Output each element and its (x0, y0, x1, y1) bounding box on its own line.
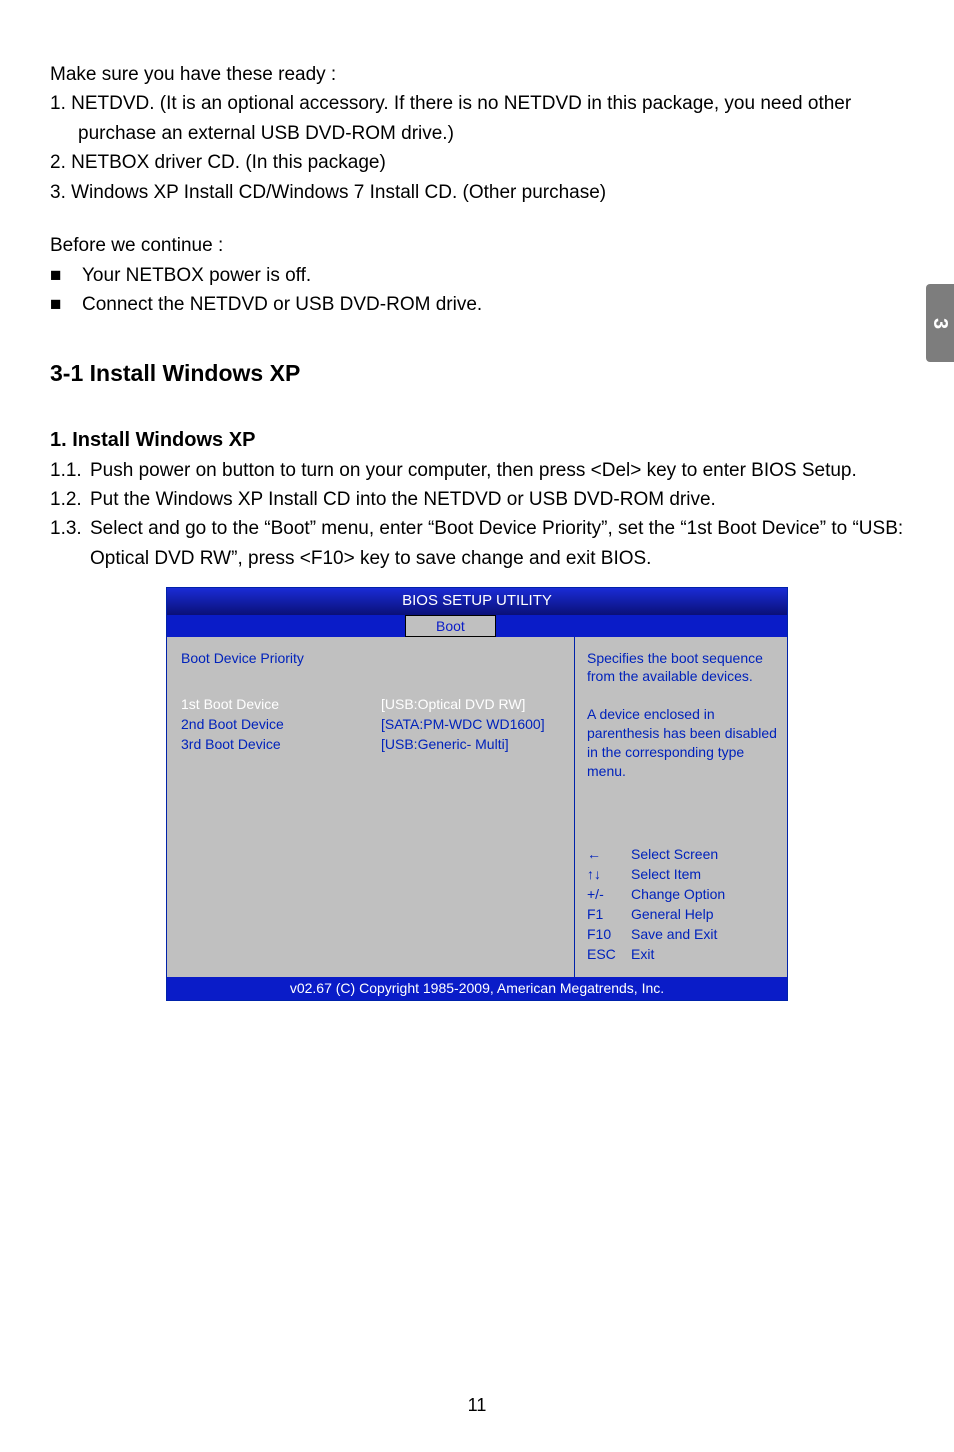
bios-help-keys: ←Select Screen ↑↓Select Item +/-Change O… (587, 845, 777, 964)
step-1-3: 1.3. Select and go to the “Boot” menu, e… (50, 514, 904, 573)
bios-row-value: [SATA:PM-WDC WD1600] (381, 715, 545, 734)
intro-item-3: 3. Windows XP Install CD/Windows 7 Insta… (50, 178, 904, 207)
bios-right-pane: Specifies the boot sequence from the ava… (575, 637, 787, 977)
bios-row-3[interactable]: 3rd Boot Device [USB:Generic- Multi] (181, 735, 564, 754)
bios-title: BIOS SETUP UTILITY (167, 588, 787, 614)
bios-body: Boot Device Priority 1st Boot Device [US… (167, 637, 787, 977)
before-bullet-2: ■ Connect the NETDVD or USB DVD-ROM driv… (50, 290, 904, 319)
subsection-heading: 1. Install Windows XP (50, 429, 904, 452)
bios-tab-boot[interactable]: Boot (405, 615, 496, 637)
chapter-number: 3 (929, 317, 952, 328)
bios-menubar: Boot (167, 615, 787, 637)
square-bullet-icon: ■ (50, 261, 82, 290)
bios-footer: v02.67 (C) Copyright 1985-2009, American… (167, 977, 787, 1001)
bios-left-pane: Boot Device Priority 1st Boot Device [US… (167, 637, 575, 977)
step-1-1: 1.1. Push power on button to turn on you… (50, 456, 904, 485)
step-1-2: 1.2. Put the Windows XP Install CD into … (50, 485, 904, 514)
bios-left-header: Boot Device Priority (181, 649, 564, 668)
chapter-side-tab: 3 (926, 284, 954, 362)
bios-row-2[interactable]: 2nd Boot Device [SATA:PM-WDC WD1600] (181, 715, 564, 734)
bios-row-label: 2nd Boot Device (181, 715, 381, 734)
bios-row-value: [USB:Optical DVD RW] (381, 695, 525, 714)
before-lead: Before we continue : (50, 231, 904, 260)
bios-row-label: 3rd Boot Device (181, 735, 381, 754)
intro-lead: Make sure you have these ready : (50, 60, 904, 89)
page-number: 11 (0, 1395, 954, 1416)
bios-row-1[interactable]: 1st Boot Device [USB:Optical DVD RW] (181, 695, 564, 714)
intro-item-1: 1. NETDVD. (It is an optional accessory.… (50, 89, 904, 148)
bios-help-text: Specifies the boot sequence from the ava… (587, 649, 777, 781)
square-bullet-icon: ■ (50, 290, 82, 319)
section-heading: 3-1 Install Windows XP (50, 360, 904, 387)
before-bullet-1: ■ Your NETBOX power is off. (50, 261, 904, 290)
bios-row-label: 1st Boot Device (181, 695, 381, 714)
bios-row-value: [USB:Generic- Multi] (381, 735, 509, 754)
bios-screenshot: BIOS SETUP UTILITY Boot Boot Device Prio… (166, 587, 788, 1001)
intro-item-2: 2. NETBOX driver CD. (In this package) (50, 148, 904, 177)
